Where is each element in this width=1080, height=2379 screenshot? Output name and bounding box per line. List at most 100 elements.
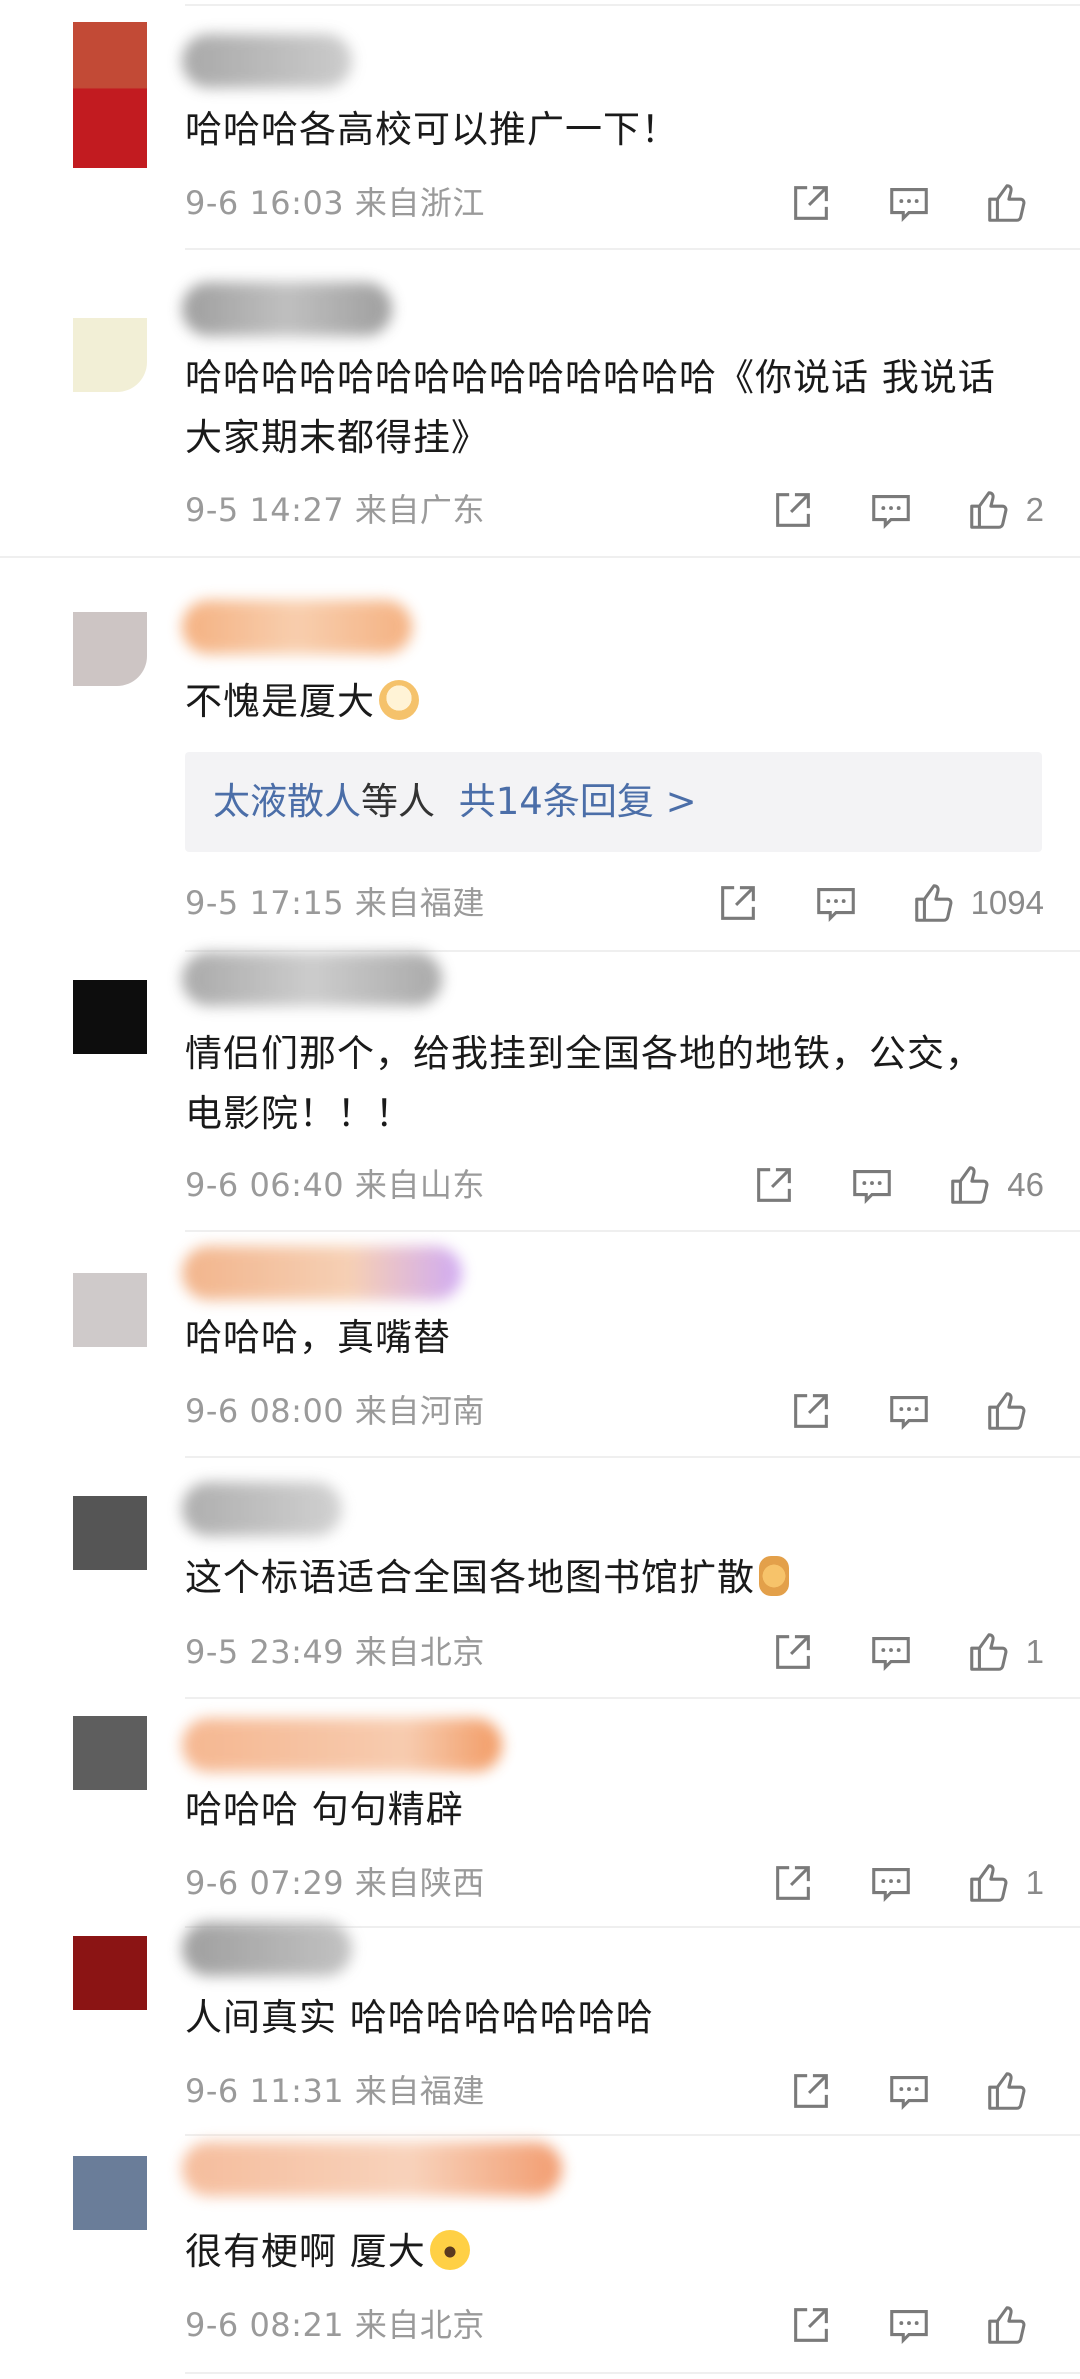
avatar[interactable] [73,1273,147,1347]
comment-icon [890,2310,928,2345]
reply-count-link[interactable]: 共14条回复 > [459,780,697,823]
comment-time: 9-5 17:15 [185,884,345,922]
comment-text: 哈哈哈各高校可以推广一下！ [185,108,679,151]
comment-actions: 1 [768,1858,1044,1908]
comment-text-content: 很有梗啊 厦大 [185,2230,426,2273]
share-button[interactable] [713,878,763,928]
like-count: 2 [1025,491,1044,528]
like-button[interactable] [982,178,1032,228]
username-blurred[interactable] [182,952,442,1006]
comment-button[interactable] [884,178,934,228]
share-button[interactable] [786,2300,836,2350]
comment-time: 9-6 16:03 [185,184,345,222]
avatar[interactable] [73,1716,147,1790]
comment-button[interactable] [811,878,861,928]
comment-button[interactable] [866,1858,916,1908]
like-button[interactable] [909,878,959,928]
share-button[interactable] [768,1858,818,1908]
avatar[interactable] [73,22,147,168]
comment-location: 来自北京 [354,2306,485,2344]
comment-actions: 2 [768,485,1044,535]
share-button[interactable] [768,1627,818,1677]
reply-others-label: 等人 [361,780,435,823]
username-blurred[interactable] [182,1246,462,1300]
share-icon [757,1168,792,1202]
thumbs-up-icon [969,491,1008,529]
comment-time: 9-5 23:49 [185,1633,345,1671]
comment-location: 来自陕西 [354,1864,485,1902]
comment-button[interactable] [866,1627,916,1677]
share-icon [775,1866,810,1900]
thumbs-up-icon [988,1392,1026,1430]
comment-time: 9-6 11:31 [185,2072,345,2110]
comment-icon [871,1868,910,1903]
username-blurred[interactable] [182,282,392,336]
share-button[interactable] [786,1386,836,1436]
like-button[interactable] [982,2066,1032,2116]
comment-text: 人间真实 哈哈哈哈哈哈哈哈 [185,1996,654,2039]
comment-button[interactable] [847,1160,897,1210]
comment-location: 来自河南 [354,1392,485,1430]
avatar[interactable] [73,1936,147,2010]
avatar[interactable] [73,612,147,686]
comment-location: 来自山东 [354,1166,485,1204]
comment-button[interactable] [884,1386,934,1436]
share-icon [794,2308,828,2342]
comment-meta: 9-6 06:40 来自山东 [185,1165,485,1205]
comment-location: 来自福建 [354,884,485,922]
share-icon [794,2074,828,2108]
comment-text: 哈哈哈哈哈哈哈哈哈哈哈哈哈哈《你说话 我说话 大家期末都得挂》 [185,356,996,459]
avatar[interactable] [73,2156,147,2230]
like-button[interactable] [964,485,1014,535]
comment-actions: 1 [768,1627,1044,1677]
comment-meta: 9-5 23:49 来自北京 [185,1632,485,1672]
comment-icon [816,888,855,923]
comment-time: 9-5 14:27 [185,491,345,529]
avatar[interactable] [73,1496,147,1570]
avatar[interactable] [73,980,147,1054]
like-button[interactable] [964,1858,1014,1908]
share-icon [794,1394,828,1428]
comment-icon [853,1170,892,1205]
comment-meta: 9-6 16:03 来自浙江 [185,183,485,223]
comment-button[interactable] [884,2300,934,2350]
username-blurred[interactable] [182,1718,502,1772]
comment-time: 9-6 08:21 [185,2306,345,2344]
comment-location: 来自广东 [354,491,485,529]
comment-text: 这个标语适合全国各地图书馆扩散 [185,1548,1045,1608]
avatar[interactable] [73,318,147,392]
like-button[interactable] [945,1160,995,1210]
divider [0,556,1080,558]
like-button[interactable] [982,1386,1032,1436]
like-button[interactable] [964,1627,1014,1677]
divider [185,4,1080,6]
divider [185,1697,1080,1699]
username-blurred[interactable] [182,600,412,654]
comment-button[interactable] [866,485,916,535]
username-blurred[interactable] [182,1482,342,1536]
share-button[interactable] [786,2066,836,2116]
username-blurred[interactable] [182,1922,352,1976]
comment-button[interactable] [884,2066,934,2116]
reply-author-link[interactable]: 太液散人 [213,780,361,823]
divider [185,2372,1080,2374]
comment-location: 来自北京 [354,1633,485,1671]
like-button[interactable] [982,2300,1032,2350]
comment-icon [890,1396,928,1431]
comment-text-content: 这个标语适合全国各地图书馆扩散 [185,1556,755,1599]
comment-actions: 1094 [713,878,1044,928]
username-blurred[interactable] [182,2142,562,2196]
share-button[interactable] [749,1160,799,1210]
like-count: 46 [1007,1166,1044,1203]
share-button[interactable] [768,485,818,535]
username-blurred[interactable] [182,34,352,88]
like-count: 1 [1025,1864,1044,1901]
thumbs-up-icon [951,1166,989,1204]
reply-preview[interactable]: 太液散人等人 共14条回复 > [185,752,1042,852]
divider [185,248,1080,250]
divider [185,1456,1080,1458]
comment-meta: 9-5 17:15 来自福建 [185,883,485,923]
comment-text: 哈哈哈 句句精辟 [185,1788,464,1831]
share-button[interactable] [786,178,836,228]
share-icon [720,886,755,920]
